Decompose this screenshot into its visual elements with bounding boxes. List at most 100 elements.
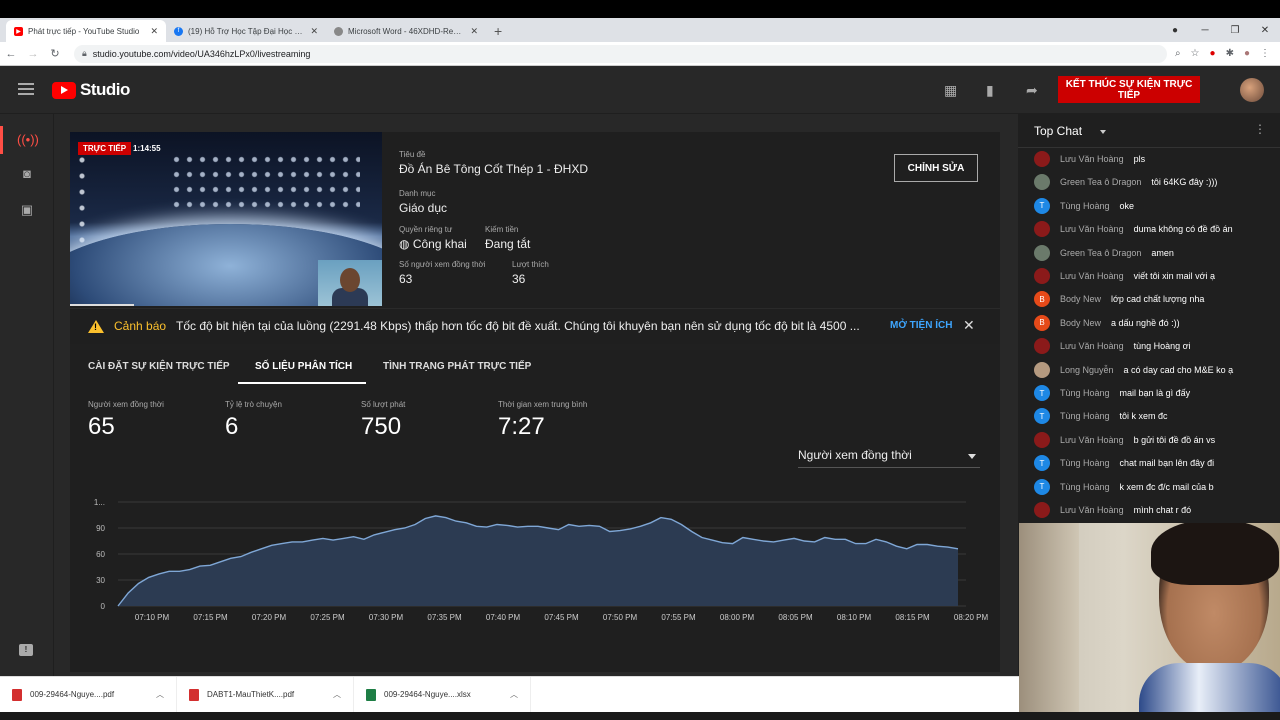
address-bar: ← → ↻ 🔒︎ studio.youtube.com/video/UA346h… <box>0 42 1280 66</box>
chat-avatar: T <box>1034 385 1050 401</box>
chat-message[interactable]: T Tùng Hoàng chat mail bạn lên đây đi <box>1034 455 1215 472</box>
bookmark-icon[interactable]: ▮ <box>986 82 994 99</box>
close-icon[interactable]: ✕ <box>963 317 975 334</box>
viewers-value: 63 <box>399 272 413 286</box>
studio-logo[interactable]: Studio <box>52 80 130 100</box>
tab-stream-settings[interactable]: CÀI ĐẶT SỰ KIỆN TRỰC TIẾP <box>88 361 230 372</box>
chat-message[interactable]: Lưu Văn Hoàng duma không có đề đồ án <box>1034 221 1233 238</box>
tab-stream-health[interactable]: TÌNH TRẠNG PHÁT TRỰC TIẾP <box>383 361 531 372</box>
feedback-icon[interactable]: ! <box>19 644 33 656</box>
download-name: 009-29464-Nguye....xlsx <box>384 690 471 699</box>
chat-author: Tùng Hoàng <box>1060 388 1110 398</box>
browser-tab-facebook[interactable]: f (19) Hỗ Trợ Học Tập Đại Học Xây... ✕ <box>166 20 326 42</box>
download-item[interactable]: DABT1-MauThietK....pdf ︿ <box>177 676 354 713</box>
chevron-up-icon[interactable]: ︿ <box>510 689 518 700</box>
analytics-panel: CÀI ĐẶT SỰ KIỆN TRỰC TIẾP SỐ LIỆU PHÂN T… <box>70 350 1000 672</box>
chat-author: Green Tea ô Dragon <box>1060 177 1142 188</box>
chat-message[interactable]: Lưu Văn Hoàng b gửi tôi đề đồ án vs <box>1034 431 1215 448</box>
webcam-background <box>1019 523 1079 720</box>
extensions: ⌕ ☆ ● ✱ ● ⋮ <box>1175 48 1280 59</box>
end-stream-button[interactable]: KẾT THÚC SỰ KIỆN TRỰC TIẾP <box>1058 76 1200 103</box>
chat-avatar <box>1034 268 1050 284</box>
download-item[interactable]: 009-29464-Nguye....pdf ︿ <box>0 676 177 713</box>
more-options-icon[interactable]: ⋮ <box>1254 122 1266 136</box>
edit-button[interactable]: CHỈNH SỬA <box>894 154 978 182</box>
chat-text: tôi 64KG đây :))) <box>1151 177 1218 188</box>
chat-text: k xem đc đ/c mail của b <box>1119 481 1214 492</box>
tab-analytics[interactable]: SỐ LIỆU PHÂN TÍCH <box>255 361 352 372</box>
chat-message[interactable]: T Tùng Hoàng tôi k xem đc <box>1034 408 1168 425</box>
pdf-file-icon <box>189 688 199 701</box>
minimize-icon[interactable]: ─ <box>1190 25 1220 36</box>
chevron-down-icon[interactable] <box>1100 130 1106 134</box>
browser-tab-word[interactable]: Microsoft Word - 46XDHD-Requ... ✕ <box>326 20 486 42</box>
close-window-icon[interactable]: ✕ <box>1250 25 1280 36</box>
x-tick-label: 07:20 PM <box>252 613 287 622</box>
chevron-up-icon[interactable]: ︿ <box>333 689 341 700</box>
live-stream-icon[interactable]: ((•)) <box>17 130 39 150</box>
chat-avatar: T <box>1034 478 1050 495</box>
x-tick-label: 07:10 PM <box>135 613 170 622</box>
os-taskbar <box>0 712 1280 720</box>
star-icon[interactable]: ☆ <box>1191 48 1200 59</box>
close-tab-icon[interactable]: ✕ <box>150 26 158 37</box>
webcam-overlay <box>318 260 382 306</box>
chat-header: Top Chat ⋮ <box>1018 114 1280 148</box>
main-content: TRỰC TIẾP 1:14:55 Tiêu đề Đồ Án Bê Tông … <box>70 132 1000 672</box>
warning-label: Cảnh báo <box>114 319 167 333</box>
clapper-icon[interactable]: ▦ <box>944 82 957 99</box>
profile-avatar-icon[interactable]: ● <box>1244 48 1250 59</box>
chat-author: Lưu Văn Hoàng <box>1060 341 1124 352</box>
chat-message[interactable]: B Body New lớp cad chất lượng nha <box>1034 291 1204 308</box>
profile-icon[interactable]: ● <box>1160 25 1190 36</box>
new-tab-icon[interactable]: + <box>486 20 510 42</box>
series-area <box>118 515 958 606</box>
back-icon[interactable]: ← <box>0 48 22 60</box>
close-tab-icon[interactable]: ✕ <box>470 26 478 37</box>
hamburger-menu-icon[interactable] <box>18 83 34 95</box>
close-tab-icon[interactable]: ✕ <box>310 26 318 37</box>
calendar-icon[interactable]: ▣ <box>17 200 37 220</box>
camera-icon[interactable]: ◙ <box>17 164 37 184</box>
reload-icon[interactable]: ↻ <box>44 47 66 60</box>
x-tick-label: 08:20 PM <box>954 613 989 622</box>
chat-message[interactable]: Lưu Văn Hoàng tùng Hoàng ơi <box>1034 338 1191 355</box>
chat-message[interactable]: Long Nguyễn a có day cad cho M&E ko ạ <box>1034 361 1233 378</box>
browser-tab-youtube-studio[interactable]: ▶ Phát trực tiếp - YouTube Studio ✕ <box>6 20 166 42</box>
desktop-icons-grid <box>170 152 360 212</box>
x-tick-label: 07:50 PM <box>603 613 638 622</box>
url-input[interactable]: 🔒︎ studio.youtube.com/video/UA346hzLPx0/… <box>74 44 1167 63</box>
open-tools-link[interactable]: MỞ TIỆN ÍCH <box>890 320 952 331</box>
account-avatar[interactable] <box>1240 78 1264 102</box>
chat-text: chat mail bạn lên đây đi <box>1119 458 1215 469</box>
chat-avatar <box>1034 338 1050 355</box>
webcam-feed <box>1019 523 1280 720</box>
forward-icon[interactable]: → <box>22 48 44 60</box>
stream-title: Đồ Án Bê Tông Cốt Thép 1 - ĐHXD <box>399 162 588 176</box>
share-icon[interactable]: ➦ <box>1026 82 1038 99</box>
live-duration: 1:14:55 <box>133 144 161 153</box>
puzzle-icon[interactable]: ✱ <box>1226 48 1234 59</box>
menu-dots-icon[interactable]: ⋮ <box>1260 48 1270 59</box>
x-tick-label: 08:15 PM <box>895 613 930 622</box>
zoom-icon[interactable]: ⌕ <box>1175 48 1181 59</box>
chat-message[interactable]: T Tùng Hoàng oke <box>1034 197 1134 214</box>
chat-message[interactable]: Lưu Văn Hoàng pls <box>1034 151 1145 167</box>
chat-message[interactable]: T Tùng Hoàng k xem đc đ/c mail của b <box>1034 478 1214 495</box>
chevron-up-icon[interactable]: ︿ <box>156 689 164 700</box>
chat-message[interactable]: Green Tea ô Dragon amen <box>1034 244 1174 261</box>
url-text: studio.youtube.com/video/UA346hzLPx0/liv… <box>92 48 311 59</box>
stream-preview[interactable]: TRỰC TIẾP 1:14:55 <box>70 132 382 306</box>
tab-title: (19) Hỗ Trợ Học Tập Đại Học Xây... <box>188 26 306 36</box>
download-item[interactable]: 009-29464-Nguye....xlsx ︿ <box>354 676 531 713</box>
chat-message[interactable]: Lưu Văn Hoàng viết tôi xin mail với ạ <box>1034 268 1215 284</box>
chat-message[interactable]: Lưu Văn Hoàng mình chat r đó <box>1034 502 1191 518</box>
chat-mode-select[interactable]: Top Chat <box>1034 124 1082 138</box>
chat-message[interactable]: B Body New a dấu nghề đó :)) <box>1034 314 1180 331</box>
chat-message[interactable]: T Tùng Hoàng mail bạn là gì đấy <box>1034 385 1190 401</box>
viewers-label: Số người xem đồng thời <box>399 260 486 269</box>
chat-message[interactable]: Green Tea ô Dragon tôi 64KG đây :))) <box>1034 174 1218 191</box>
restore-icon[interactable]: ❐ <box>1220 25 1250 36</box>
metric-select[interactable]: Người xem đồng thời <box>798 448 980 468</box>
extension-red-icon[interactable]: ● <box>1210 48 1216 59</box>
